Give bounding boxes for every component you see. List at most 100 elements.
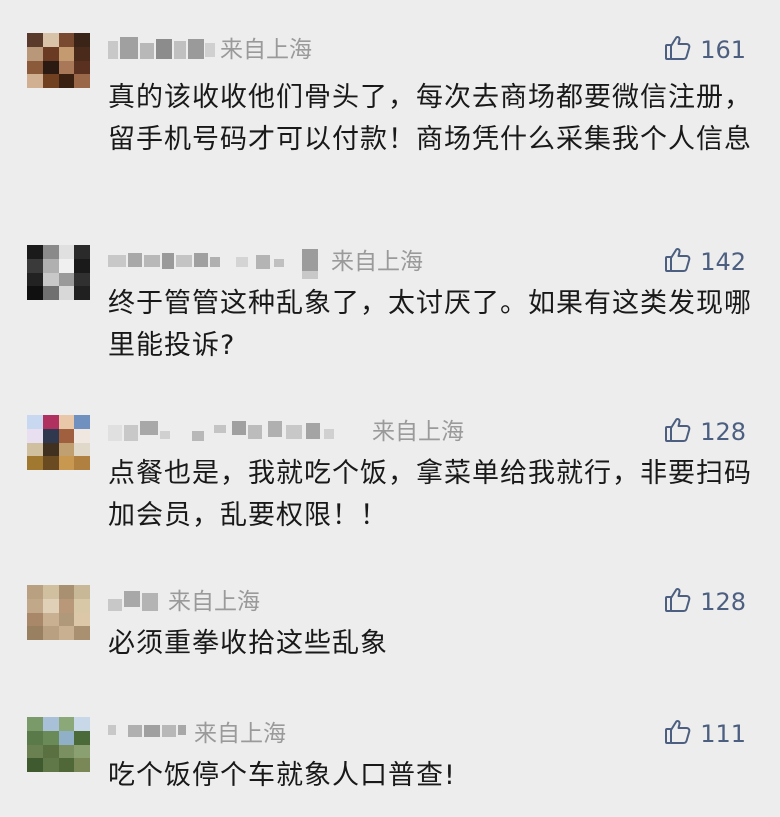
like-button[interactable]: 111 [664, 717, 746, 751]
thumbs-up-icon [664, 246, 692, 278]
avatar-pixel [27, 272, 43, 287]
avatar-pixel [74, 598, 90, 613]
avatar-pixel [58, 598, 75, 613]
avatar-pixel [74, 717, 90, 731]
avatar-pixel [74, 744, 90, 759]
avatar-pixel [58, 74, 75, 88]
avatar-pixel [42, 428, 59, 443]
like-count: 161 [700, 36, 746, 64]
avatar-pixel [27, 456, 43, 470]
avatar-pixel [27, 428, 43, 443]
avatar-pixel [74, 74, 90, 88]
avatar-pixel [58, 442, 75, 457]
like-button[interactable]: 128 [664, 415, 746, 449]
comment-text: 必须重拳收拾这些乱象 [108, 628, 388, 659]
like-button[interactable]: 142 [664, 245, 746, 279]
avatar[interactable] [27, 245, 90, 300]
thumbs-up-icon [664, 34, 692, 66]
avatar-pixel [58, 730, 75, 745]
thumbs-up-icon [664, 718, 692, 750]
avatar-pixel [27, 626, 43, 640]
avatar-pixel [74, 730, 90, 745]
avatar-pixel [74, 258, 90, 273]
avatar-pixel [58, 758, 75, 772]
avatar[interactable] [27, 33, 90, 88]
avatar-pixel [27, 744, 43, 759]
like-count: 128 [700, 418, 746, 446]
like-button[interactable]: 128 [664, 585, 746, 619]
comment-text: 真的该收收他们骨头了，每次去商场都要微信注册，留手机号码才可以付款！商场凭什么采… [108, 82, 752, 155]
username-blurred[interactable] [108, 721, 188, 747]
like-count: 111 [700, 720, 746, 748]
username-blurred[interactable] [108, 419, 348, 445]
avatar-pixel [58, 60, 75, 75]
avatar-pixel [42, 442, 59, 457]
avatar[interactable] [27, 585, 90, 640]
avatar-pixel [74, 428, 90, 443]
avatar-pixel [58, 717, 75, 731]
avatar-pixel [42, 717, 59, 731]
avatar-pixel [27, 415, 43, 429]
avatar-pixel [27, 612, 43, 627]
avatar-pixel [58, 612, 75, 627]
avatar-pixel [27, 258, 43, 273]
comment-text: 吃个饭停个车就象人口普查! [108, 760, 456, 791]
avatar-pixel [27, 758, 43, 772]
location-label: 来自上海 [372, 419, 464, 445]
avatar-pixel [27, 60, 43, 75]
avatar-pixel [74, 758, 90, 772]
like-button[interactable]: 161 [664, 33, 746, 67]
avatar-pixel [42, 272, 59, 287]
avatar-pixel [74, 245, 90, 259]
comment-text: 点餐也是，我就吃个饭，拿菜单给我就行，非要扫码加会员，乱要权限！！ [108, 458, 752, 531]
thumbs-up-icon [664, 586, 692, 618]
like-count: 128 [700, 588, 746, 616]
avatar-pixel [74, 46, 90, 61]
avatar-pixel [27, 286, 43, 300]
avatar-pixel [42, 456, 59, 470]
avatar-pixel [27, 717, 43, 731]
avatar-pixel [74, 442, 90, 457]
avatar-pixel [27, 33, 43, 47]
avatar-pixel [58, 258, 75, 273]
avatar-pixel [42, 598, 59, 613]
avatar-pixel [58, 286, 75, 300]
avatar-pixel [27, 245, 43, 259]
avatar-pixel [58, 585, 75, 599]
location-label: 来自上海 [194, 721, 286, 747]
avatar-pixel [74, 626, 90, 640]
avatar-pixel [27, 585, 43, 599]
avatar-pixel [58, 428, 75, 443]
avatar-pixel [27, 730, 43, 745]
avatar-pixel [74, 415, 90, 429]
avatar-pixel [74, 272, 90, 287]
avatar[interactable] [27, 717, 90, 772]
avatar-pixel [42, 612, 59, 627]
avatar-pixel [74, 456, 90, 470]
avatar-pixel [58, 415, 75, 429]
location-label: 来自上海 [220, 37, 312, 63]
avatar-pixel [27, 46, 43, 61]
location-label: 来自上海 [331, 249, 423, 275]
avatar-pixel [27, 74, 43, 88]
username-blurred[interactable] [108, 249, 323, 279]
avatar-pixel [58, 456, 75, 470]
avatar-pixel [27, 442, 43, 457]
avatar-pixel [42, 258, 59, 273]
avatar-pixel [58, 33, 75, 47]
avatar-pixel [42, 286, 59, 300]
avatar-pixel [27, 598, 43, 613]
avatar-pixel [42, 245, 59, 259]
thumbs-up-icon [664, 416, 692, 448]
avatar-pixel [42, 626, 59, 640]
avatar-pixel [42, 585, 59, 599]
avatar-pixel [74, 286, 90, 300]
avatar-pixel [58, 46, 75, 61]
avatar[interactable] [27, 415, 90, 470]
username-blurred[interactable] [108, 589, 163, 615]
avatar-pixel [74, 33, 90, 47]
username-blurred[interactable] [108, 37, 218, 63]
location-label: 来自上海 [168, 589, 260, 615]
avatar-pixel [42, 46, 59, 61]
avatar-pixel [74, 585, 90, 599]
